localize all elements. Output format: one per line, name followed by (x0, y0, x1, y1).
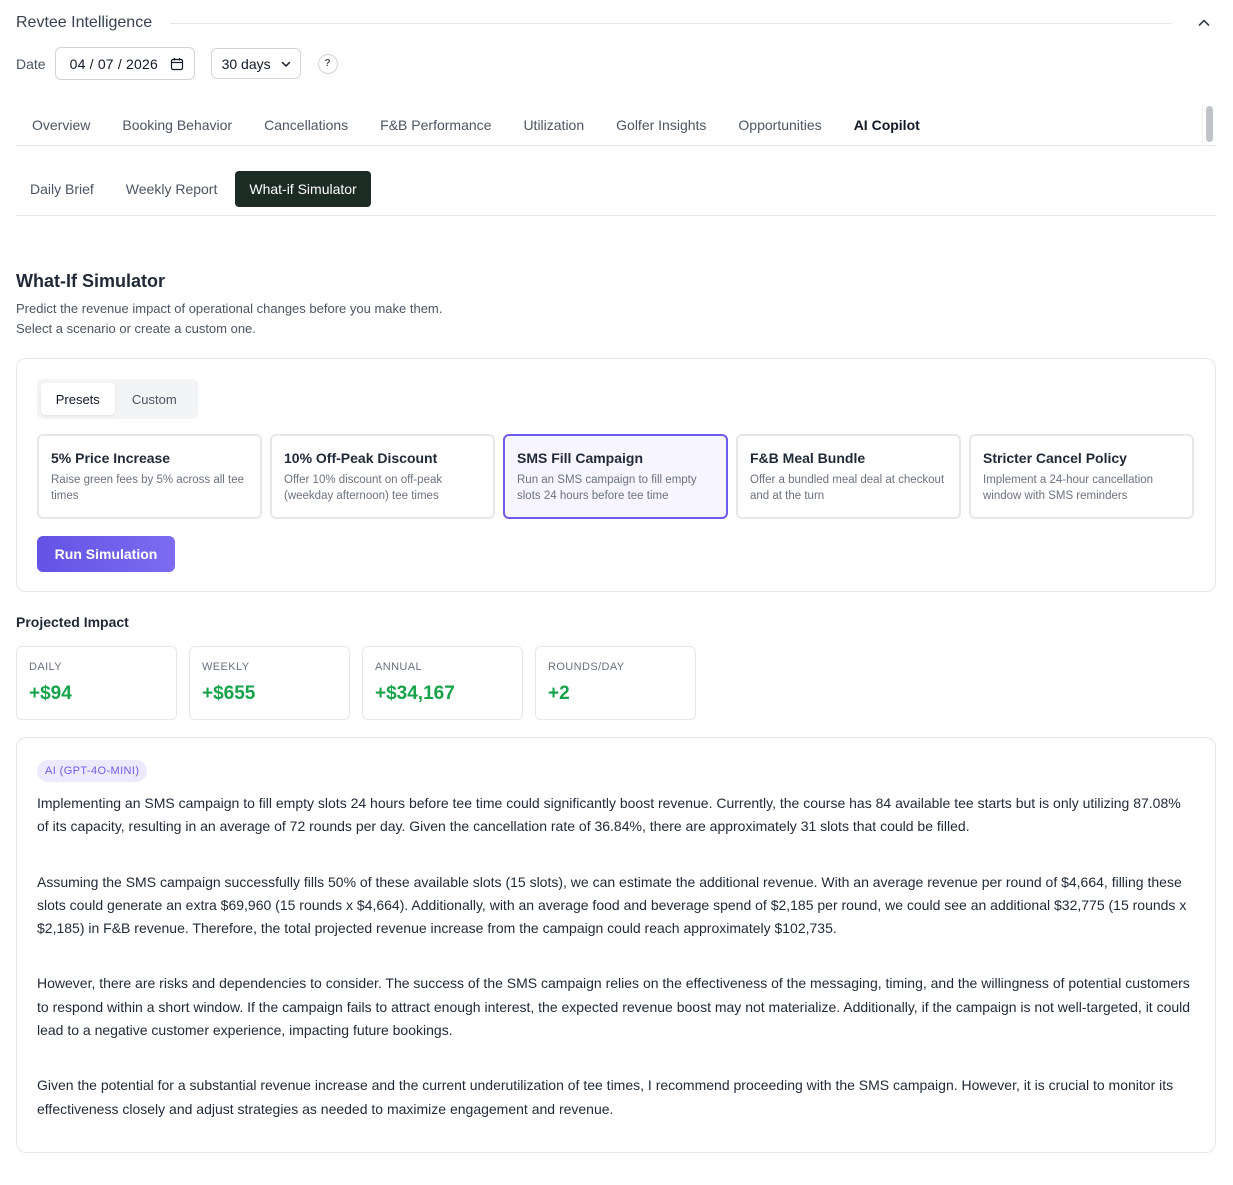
preset-title: Stricter Cancel Policy (983, 450, 1127, 466)
preset-list: 5% Price Increase Raise green fees by 5%… (37, 434, 1194, 519)
preset-title: 10% Off-Peak Discount (284, 450, 438, 466)
app-title: Revtee Intelligence (16, 14, 153, 31)
description-line-1: Predict the revenue impact of operationa… (16, 301, 443, 316)
metric-weekly: WEEKLY +$655 (189, 646, 350, 720)
ai-analysis-text: Implementing an SMS campaign to fill emp… (37, 792, 1195, 1121)
page-title: What-If Simulator (16, 271, 165, 291)
chevron-up-icon (1198, 19, 1210, 26)
range-select[interactable]: 30 days (210, 48, 301, 79)
metric-value: +2 (548, 683, 570, 704)
tab-opportunities[interactable]: Opportunities (722, 104, 837, 146)
metric-label: WEEKLY (202, 661, 250, 673)
preset-card-off-peak-discount[interactable]: 10% Off-Peak Discount Offer 10% discount… (270, 434, 495, 519)
preset-description: Implement a 24-hour cancellation window … (983, 474, 1154, 502)
metric-value: +$94 (29, 683, 72, 704)
help-icon[interactable]: ? (317, 53, 338, 74)
page-description: Predict the revenue impact of operationa… (16, 299, 816, 339)
tab-utilization[interactable]: Utilization (507, 104, 600, 146)
preset-title: F&B Meal Bundle (750, 450, 866, 466)
scrollbar-thumb[interactable] (1206, 106, 1213, 142)
description-line-2: Select a scenario or create a custom one… (16, 321, 256, 336)
ai-paragraph: Given the potential for a substantial re… (37, 1077, 1174, 1117)
metric-annual: ANNUAL +$34,167 (362, 646, 523, 720)
date-value: 04 / 07 / 2026 (69, 55, 159, 72)
preset-description: Raise green fees by 5% across all tee ti… (51, 474, 245, 502)
tab-daily-brief[interactable]: Daily Brief (16, 171, 108, 207)
metric-rounds-per-day: ROUNDS/DAY +2 (535, 646, 696, 720)
calendar-icon[interactable] (170, 57, 184, 71)
mode-toggle: Presets Custom (37, 379, 198, 419)
metric-value: +$34,167 (375, 683, 455, 704)
tab-what-if-simulator[interactable]: What-if Simulator (235, 171, 371, 207)
preset-card-price-increase[interactable]: 5% Price Increase Raise green fees by 5%… (37, 434, 262, 519)
mode-custom-tab[interactable]: Custom (115, 383, 194, 415)
preset-card-sms-fill-campaign[interactable]: SMS Fill Campaign Run an SMS campaign to… (503, 434, 728, 519)
tab-overview[interactable]: Overview (16, 104, 106, 146)
metric-label: DAILY (29, 661, 62, 673)
ai-model-badge: AI (GPT-4O-MINI) (37, 760, 148, 782)
ai-paragraph: Assuming the SMS campaign successfully f… (37, 873, 1187, 937)
ai-analysis-card: AI (GPT-4O-MINI) Implementing an SMS cam… (16, 737, 1216, 1153)
preset-card-stricter-cancel-policy[interactable]: Stricter Cancel Policy Implement a 24-ho… (969, 434, 1194, 519)
range-value: 30 days (221, 55, 271, 72)
metric-daily: DAILY +$94 (16, 646, 177, 720)
impact-metrics: DAILY +$94 WEEKLY +$655 ANNUAL +$34,167 … (16, 646, 708, 720)
preset-card-fb-meal-bundle[interactable]: F&B Meal Bundle Offer a bundled meal dea… (736, 434, 961, 519)
chevron-down-icon (281, 61, 290, 67)
preset-title: 5% Price Increase (51, 450, 171, 466)
tab-fb-performance[interactable]: F&B Performance (364, 104, 507, 146)
header-divider (170, 22, 1172, 24)
collapse-button[interactable] (1192, 12, 1216, 34)
tab-cancellations[interactable]: Cancellations (248, 104, 364, 146)
preset-description: Run an SMS campaign to fill empty slots … (517, 474, 697, 502)
ai-paragraph: However, there are risks and dependencie… (37, 975, 1191, 1039)
metric-label: ANNUAL (375, 661, 423, 673)
tab-golfer-insights[interactable]: Golfer Insights (600, 104, 722, 146)
tab-booking-behavior[interactable]: Booking Behavior (106, 104, 248, 146)
tab-ai-copilot[interactable]: AI Copilot (838, 104, 936, 146)
preset-description: Offer a bundled meal deal at checkout an… (750, 474, 945, 502)
date-input[interactable]: 04 / 07 / 2026 (54, 47, 195, 80)
app-header: Revtee Intelligence (16, 12, 1216, 34)
mode-presets-tab[interactable]: Presets (41, 383, 115, 415)
run-simulation-button[interactable]: Run Simulation (37, 536, 175, 572)
copilot-sub-tabs: Daily Brief Weekly Report What-if Simula… (16, 171, 1216, 216)
ai-paragraph: Implementing an SMS campaign to fill emp… (37, 795, 1181, 835)
preset-description: Offer 10% discount on off-peak (weekday … (284, 474, 443, 502)
metric-value: +$655 (202, 683, 256, 704)
simulator-panel: Presets Custom 5% Price Increase Raise g… (16, 358, 1216, 592)
tabs-scrollbar[interactable] (1202, 103, 1216, 145)
date-label: Date (16, 55, 46, 72)
filter-bar: Date 04 / 07 / 2026 30 days ? (16, 47, 338, 80)
preset-title: SMS Fill Campaign (517, 450, 644, 466)
main-tabs: Overview Booking Behavior Cancellations … (16, 104, 1216, 146)
projected-impact-title: Projected Impact (16, 614, 129, 630)
tab-weekly-report[interactable]: Weekly Report (112, 171, 232, 207)
metric-label: ROUNDS/DAY (548, 661, 625, 673)
